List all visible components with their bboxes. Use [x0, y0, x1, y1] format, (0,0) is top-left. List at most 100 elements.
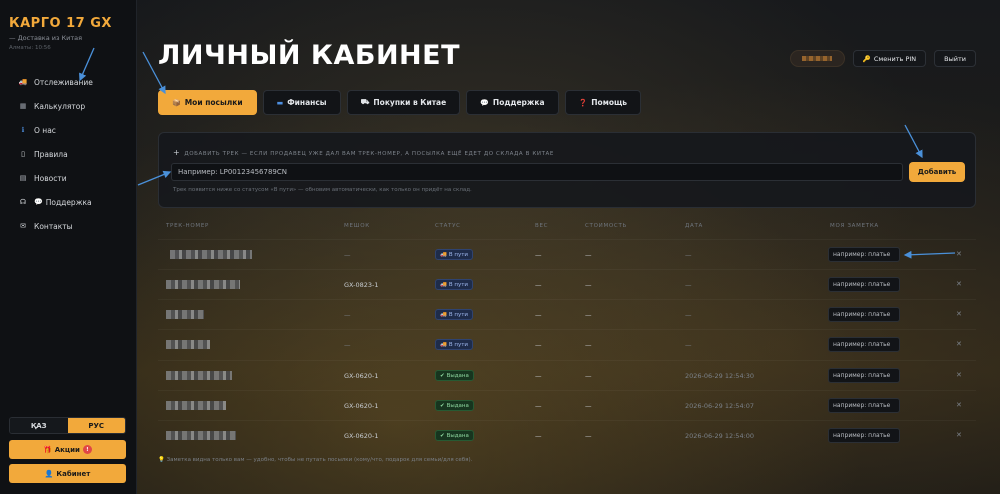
close-icon[interactable]: ✕	[956, 431, 962, 439]
truck-icon: 🚚	[440, 281, 447, 288]
logout-button[interactable]: Выйти	[934, 50, 976, 67]
lang-kz-button[interactable]: ҚАЗ	[10, 418, 68, 433]
close-icon[interactable]: ✕	[956, 401, 962, 409]
truck-icon: 🚚	[440, 251, 447, 258]
track-number-redacted	[166, 310, 204, 319]
sidebar-item-news[interactable]: ▤ Новости	[0, 166, 137, 190]
status-badge: ✔ Выдана	[435, 370, 474, 381]
brand-logo[interactable]: КАРГО 17 GX	[9, 16, 112, 31]
table-row: — 🚚В пути — — — ✕	[158, 329, 976, 359]
cell-date: —	[685, 311, 692, 319]
sidebar-item-label: Калькулятор	[34, 101, 86, 111]
lightbulb-icon: 💡	[158, 457, 165, 463]
sidebar-item-contacts[interactable]: ✉ Контакты	[0, 214, 137, 238]
sidebar-item-support[interactable]: ☊ 💬 Поддержка	[0, 190, 137, 214]
cell-weight: —	[535, 251, 542, 259]
close-icon[interactable]: ✕	[956, 280, 962, 288]
check-icon: ✔	[440, 432, 445, 439]
cell-cost: —	[585, 341, 592, 349]
track-number-input[interactable]	[171, 163, 903, 181]
cell-bag: GX-0620-1	[344, 372, 379, 380]
cell-cost: —	[585, 372, 592, 380]
truck-icon: 🚚	[440, 341, 447, 348]
check-icon: ✔	[440, 372, 445, 379]
change-pin-button[interactable]: 🔑 Сменить PIN	[852, 50, 927, 67]
cell-weight: —	[535, 311, 542, 319]
cabinet-button[interactable]: 👤 Кабинет	[9, 464, 126, 483]
brand-city-time: Алматы: 10:56	[9, 45, 51, 51]
check-icon: ✔	[440, 402, 445, 409]
user-pill[interactable]	[789, 50, 845, 67]
note-input[interactable]	[828, 247, 900, 262]
tab-help[interactable]: ❓ Помощь	[564, 90, 642, 115]
close-icon[interactable]: ✕	[956, 371, 962, 379]
col-track: ТРЕК-НОМЕР	[166, 223, 210, 229]
tab-label: Покупки в Китае	[373, 98, 447, 107]
table-row: — 🚚В пути — — — ✕	[158, 299, 976, 329]
page-title: ЛИЧНЫЙ КАБИНЕТ	[158, 40, 461, 71]
cell-date: —	[685, 341, 692, 349]
sidebar-item-label: Поддержка	[45, 197, 92, 207]
note-input[interactable]	[828, 277, 900, 292]
cell-weight: —	[535, 372, 542, 380]
header-actions: 🔑 Сменить PIN Выйти	[789, 50, 976, 67]
info-icon: ℹ	[21, 126, 25, 134]
cell-bag: GX-0620-1	[344, 432, 379, 440]
language-switch: ҚАЗ РУС	[9, 417, 126, 434]
cell-weight: —	[535, 402, 542, 410]
cell-date: —	[685, 281, 692, 289]
cell-cost: —	[585, 251, 592, 259]
sidebar-item-rules[interactable]: ▯ Правила	[0, 142, 137, 166]
gift-icon: 🎁	[43, 445, 52, 454]
change-pin-label: Сменить PIN	[873, 54, 917, 63]
tab-label: Мои посылки	[184, 98, 243, 107]
cell-cost: —	[585, 311, 592, 319]
card-icon: ▬	[276, 98, 284, 107]
calculator-icon: ▦	[19, 102, 27, 110]
status-badge: 🚚 В пути	[435, 339, 474, 350]
sidebar-item-about[interactable]: ℹ О нас	[0, 118, 137, 142]
footer-note: 💡 Заметка видна только вам — удобно, что…	[158, 457, 473, 463]
track-number-redacted	[166, 431, 236, 440]
add-track-panel: + ДОБАВИТЬ ТРЕК — ЕСЛИ ПРОДАВЕЦ УЖЕ ДАЛ В…	[158, 132, 976, 208]
document-icon: ▯	[21, 150, 25, 158]
tab-my-parcels[interactable]: 📦 Мои посылки	[158, 90, 257, 115]
table-row: — 🚚В пути — — — ✕	[158, 239, 976, 269]
col-weight: ВЕС	[535, 223, 549, 229]
tab-finance[interactable]: ▬ Финансы	[262, 90, 341, 115]
col-bag: МЕШОК	[344, 223, 370, 229]
main-content: ЛИЧНЫЙ КАБИНЕТ 🔑 Сменить PIN Выйти 📦 Мои…	[137, 0, 1000, 494]
note-input[interactable]	[828, 368, 900, 383]
status-badge: ✔ Выдана	[435, 400, 474, 411]
sidebar-item-label: Правила	[34, 149, 68, 159]
add-track-note: Трек появится ниже со статусом «В пути» …	[173, 187, 472, 193]
note-input[interactable]	[828, 428, 900, 443]
cabinet-label: Кабинет	[56, 469, 91, 478]
sidebar-item-label: О нас	[34, 125, 56, 135]
sidebar-item-label: Отслеживание	[34, 77, 93, 87]
col-note: МОЯ ЗАМЕТКА	[830, 223, 879, 229]
status-badge: ✔ Выдана	[435, 430, 474, 441]
close-icon[interactable]: ✕	[956, 250, 962, 258]
track-number-redacted	[170, 250, 252, 259]
cell-bag: GX-0823-1	[344, 281, 379, 289]
note-input[interactable]	[828, 398, 900, 413]
envelope-icon: ✉	[20, 222, 26, 230]
cell-date: 2026-06-29 12:54:30	[685, 372, 755, 380]
col-date: ДАТА	[685, 223, 703, 229]
add-track-hint: + ДОБАВИТЬ ТРЕК — ЕСЛИ ПРОДАВЕЦ УЖЕ ДАЛ В…	[173, 148, 554, 157]
close-icon[interactable]: ✕	[956, 310, 962, 318]
close-icon[interactable]: ✕	[956, 340, 962, 348]
add-track-button[interactable]: Добавить	[909, 162, 965, 182]
tab-china-shopping[interactable]: ⛟ Покупки в Китае	[346, 90, 461, 115]
sidebar-item-calculator[interactable]: ▦ Калькулятор	[0, 94, 137, 118]
note-input[interactable]	[828, 307, 900, 322]
truck-icon: 🚚	[440, 311, 447, 318]
promo-button[interactable]: 🎁 Акции !	[9, 440, 126, 459]
note-input[interactable]	[828, 337, 900, 352]
lang-ru-button[interactable]: РУС	[67, 418, 125, 433]
table-row: GX-0620-1 ✔ Выдана — — 2026-06-29 12:54:0…	[158, 420, 976, 450]
tab-support[interactable]: 💬 Поддержка	[466, 90, 559, 115]
sidebar-item-tracking[interactable]: 🚚 Отслеживание	[0, 70, 137, 94]
tab-label: Поддержка	[492, 98, 545, 107]
